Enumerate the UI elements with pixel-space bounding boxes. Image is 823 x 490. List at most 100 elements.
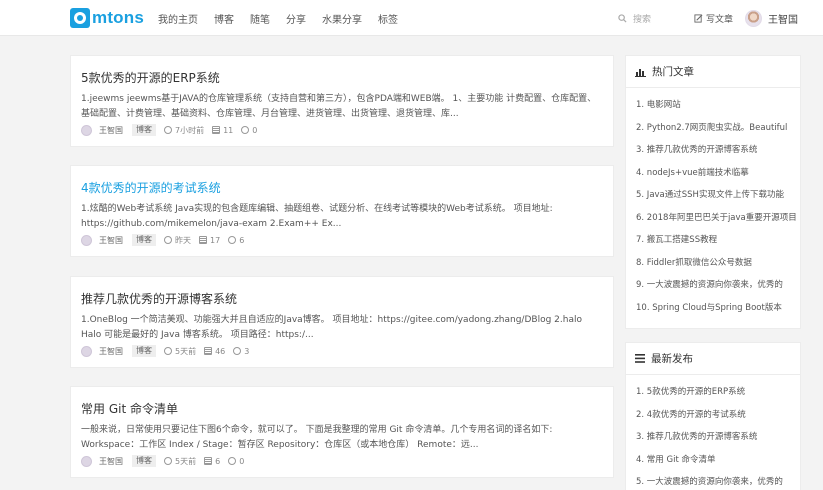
time-text: 5天前 <box>175 346 197 356</box>
comments-count: 0 <box>252 125 258 135</box>
post-comments: 0 <box>241 126 257 135</box>
post-title[interactable]: 常用 Git 命令清单 <box>81 400 178 417</box>
comments-count: 3 <box>244 346 250 356</box>
post-summary: 1.jeewms jeewms基于JAVA的仓库管理系统（支持自营和第三方），包… <box>81 94 597 119</box>
author-avatar[interactable] <box>81 345 92 357</box>
hot-article-item[interactable]: 9. 一大波震撼的资源向你袭来，优秀的 <box>636 274 796 297</box>
post-meta: 王智国 博客 7小时前 11 0 <box>81 124 265 136</box>
user-name: 王智国 <box>768 14 798 26</box>
user-menu[interactable]: 王智国 <box>745 9 798 27</box>
nav-notes[interactable]: 随笔 <box>250 11 270 26</box>
post-comments: 3 <box>233 347 249 356</box>
post-title[interactable]: 5款优秀的开源的ERP系统 <box>81 69 220 86</box>
views-icon <box>204 347 213 355</box>
nav-home[interactable]: 我的主页 <box>158 11 198 26</box>
latest-posts-header: 最新发布 <box>626 343 800 375</box>
author-name[interactable]: 王智国 <box>99 235 123 246</box>
comment-icon <box>228 236 237 244</box>
post-card[interactable]: 5款优秀的开源的ERP系统 1.jeewms jeewms基于JAVA的仓库管理… <box>70 55 614 147</box>
post-card[interactable]: 推荐几款优秀的开源博客系统 1.OneBlog 一个简洁美观、功能强大并且自适应… <box>70 276 614 368</box>
write-label: 写文章 <box>706 14 734 25</box>
latest-post-item[interactable]: 5. 一大波震撼的资源向你袭来，优秀的 <box>636 471 796 490</box>
hot-article-item[interactable]: 8. Fiddler抓取微信公众号数据 <box>636 252 796 275</box>
post-comments: 0 <box>228 457 244 466</box>
hot-articles-panel: 热门文章 1. 电影网站 2. Python2.7网页爬虫实战。Beautifu… <box>625 55 801 329</box>
hot-article-item[interactable]: 3. 推荐几款优秀的开源博客系统 <box>636 139 796 162</box>
logo-icon <box>70 8 90 28</box>
author-avatar[interactable] <box>81 234 92 246</box>
latest-post-item[interactable]: 3. 推荐几款优秀的开源博客系统 <box>636 426 796 449</box>
post-time: 昨天 <box>164 235 191 246</box>
author-name[interactable]: 王智国 <box>99 456 123 467</box>
post-summary: 1.OneBlog 一个简洁美观、功能强大并且自适应的Java博客。 项目地址：… <box>81 315 582 340</box>
post-meta: 王智国 博客 5天前 6 0 <box>81 455 252 467</box>
nav-share[interactable]: 分享 <box>286 11 306 26</box>
time-text: 昨天 <box>175 235 191 245</box>
nav-blog[interactable]: 博客 <box>214 11 234 26</box>
list-icon <box>635 354 645 363</box>
views-count: 46 <box>215 346 226 356</box>
views-count: 17 <box>210 235 221 245</box>
hot-article-item[interactable]: 2. Python2.7网页爬虫实战。Beautiful <box>636 117 796 140</box>
hot-article-item[interactable]: 5. Java通过SSH实现文件上传下载功能 <box>636 184 796 207</box>
time-text: 5天前 <box>175 456 197 466</box>
post-card[interactable]: 常用 Git 命令清单 一般来说，日常使用只要记住下图6个命令，就可以了。 下面… <box>70 386 614 478</box>
hot-article-item[interactable]: 1. 电影网站 <box>636 94 796 117</box>
hot-article-item[interactable]: 6. 2018年阿里巴巴关于java重要开源项目 <box>636 207 796 230</box>
hot-articles-title: 热门文章 <box>652 66 694 78</box>
post-summary: 一般来说，日常使用只要记住下图6个命令，就可以了。 下面是我整理的常用 Git … <box>81 425 553 450</box>
nav-fruit-share[interactable]: 水果分享 <box>322 11 362 26</box>
latest-posts-title: 最新发布 <box>651 353 693 365</box>
post-title[interactable]: 4款优秀的开源的考试系统 <box>81 179 221 196</box>
latest-post-item[interactable]: 1. 5款优秀的开源的ERP系统 <box>636 381 796 404</box>
post-views: 17 <box>199 236 220 245</box>
comments-count: 0 <box>239 456 245 466</box>
views-icon <box>204 457 213 465</box>
comment-icon <box>233 347 242 355</box>
post-card[interactable]: 4款优秀的开源的考试系统 1.炫酷的Web考试系统 Java实现的包含题库编辑、… <box>70 165 614 257</box>
views-count: 6 <box>215 456 221 466</box>
clock-icon <box>164 126 172 134</box>
search-placeholder: 搜索 <box>633 14 652 25</box>
post-views: 6 <box>204 457 220 466</box>
search-input[interactable]: 搜索 <box>618 11 651 25</box>
author-avatar[interactable] <box>81 455 92 467</box>
comment-icon <box>228 457 237 465</box>
site-logo[interactable]: mtons <box>70 8 144 28</box>
comment-icon <box>241 126 250 134</box>
post-meta: 王智国 博客 昨天 17 6 <box>81 234 252 246</box>
post-views: 11 <box>212 126 233 135</box>
category-tag[interactable]: 博客 <box>132 455 156 467</box>
main-nav: 我的主页 博客 随笔 分享 水果分享 标签 <box>158 0 414 36</box>
hot-articles-list: 1. 电影网站 2. Python2.7网页爬虫实战。Beautiful 3. … <box>626 88 800 319</box>
views-count: 11 <box>223 125 234 135</box>
latest-post-item[interactable]: 4. 常用 Git 命令清单 <box>636 449 796 472</box>
post-summary: 1.炫酷的Web考试系统 Java实现的包含题库编辑、抽题组卷、试题分析、在线考… <box>81 204 553 229</box>
post-time: 7小时前 <box>164 125 204 136</box>
post-comments: 6 <box>228 236 244 245</box>
hot-article-item[interactable]: 4. nodeJs+vue前端技术临摹 <box>636 162 796 185</box>
author-name[interactable]: 王智国 <box>99 346 123 357</box>
category-tag[interactable]: 博客 <box>132 345 156 357</box>
user-avatar <box>745 9 762 27</box>
post-time: 5天前 <box>164 456 196 467</box>
hot-articles-header: 热门文章 <box>626 56 800 88</box>
latest-post-item[interactable]: 2. 4款优秀的开源的考试系统 <box>636 404 796 427</box>
write-article-link[interactable]: 写文章 <box>694 11 733 25</box>
hot-article-item[interactable]: 10. Spring Cloud与Spring Boot版本 <box>636 297 796 320</box>
comments-count: 6 <box>239 235 245 245</box>
edit-icon <box>694 13 703 23</box>
post-views: 46 <box>204 347 225 356</box>
post-time: 5天前 <box>164 346 196 357</box>
category-tag[interactable]: 博客 <box>132 234 156 246</box>
bar-chart-icon <box>635 68 646 77</box>
clock-icon <box>164 236 172 244</box>
author-avatar[interactable] <box>81 124 92 136</box>
nav-tags[interactable]: 标签 <box>378 11 398 26</box>
hot-article-item[interactable]: 7. 搬瓦工搭建SS教程 <box>636 229 796 252</box>
author-name[interactable]: 王智国 <box>99 125 123 136</box>
logo-text: mtons <box>92 8 144 27</box>
post-title[interactable]: 推荐几款优秀的开源博客系统 <box>81 290 237 307</box>
time-text: 7小时前 <box>175 125 205 135</box>
category-tag[interactable]: 博客 <box>132 124 156 136</box>
